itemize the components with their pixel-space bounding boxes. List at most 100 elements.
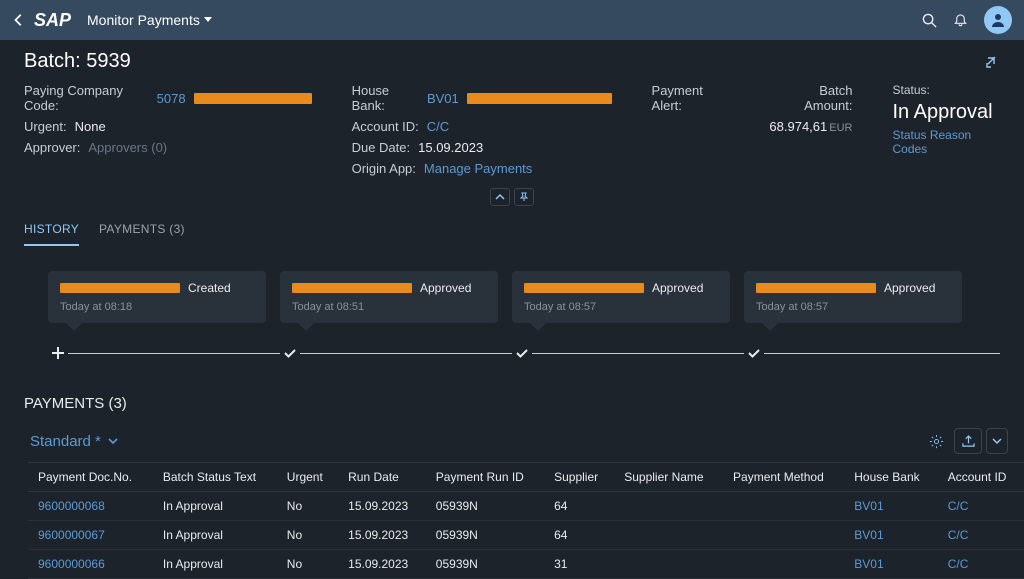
cell-run_id: 05939N — [426, 521, 544, 550]
cell-run_id: 05939N — [426, 492, 544, 521]
history-card[interactable]: Approved Today at 08:57 — [512, 271, 730, 323]
account-id-link[interactable]: C/C — [427, 119, 449, 134]
history-card[interactable]: Approved Today at 08:57 — [744, 271, 962, 323]
link-doc[interactable]: 9600000066 — [38, 557, 105, 571]
link-doc[interactable]: 9600000067 — [38, 528, 105, 542]
column-header[interactable]: Payment Method — [723, 463, 844, 492]
user-avatar[interactable] — [984, 6, 1012, 34]
link-account_id[interactable]: C/C — [948, 528, 969, 542]
pin-header-button[interactable] — [514, 188, 534, 206]
cell-supplier: 31 — [544, 550, 614, 579]
paying-cc-link[interactable]: 5078 — [157, 91, 186, 106]
cell-doc[interactable]: 9600000068 — [28, 492, 153, 521]
chevron-down-icon — [992, 437, 1002, 445]
cell-supplier_name — [614, 492, 723, 521]
payments-section-title: PAYMENTS (3) — [0, 383, 1024, 420]
amount-label: Batch Amount: — [769, 83, 852, 113]
house-bank-link[interactable]: BV01 — [427, 91, 459, 106]
redacted-text — [292, 283, 412, 293]
pin-icon — [519, 192, 529, 202]
search-icon[interactable] — [922, 13, 937, 28]
redacted-text — [467, 93, 612, 104]
settings-icon[interactable] — [922, 428, 950, 454]
cell-urgent: No — [277, 550, 338, 579]
tab-payments[interactable]: PAYMENTS (3) — [99, 214, 185, 246]
cell-method — [723, 492, 844, 521]
cell-urgent: No — [277, 492, 338, 521]
share-icon[interactable] — [984, 54, 1000, 70]
history-time: Today at 08:57 — [756, 301, 950, 313]
status-value: In Approval — [892, 101, 1000, 124]
notification-bell-icon[interactable] — [953, 13, 968, 28]
amount-value: 68.974,61EUR — [769, 119, 852, 134]
details-amount: Batch Amount: 68.974,61EUR — [769, 83, 852, 176]
object-header-details: Paying Company Code: 5078 Urgent: None A… — [0, 79, 1024, 194]
column-header[interactable]: Supplier — [544, 463, 614, 492]
link-account_id[interactable]: C/C — [948, 557, 969, 571]
global-header: SAP Monitor Payments — [0, 0, 1024, 40]
export-dropdown-button[interactable] — [986, 428, 1008, 454]
cell-house_bank[interactable]: BV01 — [844, 521, 937, 550]
column-header[interactable]: Payment Doc.No. — [28, 463, 153, 492]
status-reason-link[interactable]: Status Reason Codes — [892, 128, 1000, 156]
history-card[interactable]: Approved Today at 08:51 — [280, 271, 498, 323]
redacted-text — [756, 283, 876, 293]
amount-currency: EUR — [829, 122, 852, 134]
table-toolbar: Standard * — [0, 420, 1024, 462]
check-icon — [280, 343, 300, 363]
cell-doc[interactable]: 9600000067 — [28, 521, 153, 550]
redacted-text — [60, 283, 180, 293]
column-header[interactable]: Urgent — [277, 463, 338, 492]
cell-house_bank[interactable]: BV01 — [844, 492, 937, 521]
collapse-header-button[interactable] — [490, 188, 510, 206]
origin-app-link[interactable]: Manage Payments — [424, 161, 532, 176]
paying-cc-label: Paying Company Code: — [24, 83, 149, 113]
column-header[interactable]: House Bank — [844, 463, 937, 492]
cell-urgent: No — [277, 521, 338, 550]
cell-house_bank[interactable]: BV01 — [844, 550, 937, 579]
cell-doc[interactable]: 9600000066 — [28, 550, 153, 579]
details-col-2: House Bank: BV01 Account ID: C/C Due Dat… — [352, 83, 612, 176]
details-col-3: Payment Alert: — [652, 83, 730, 176]
cell-run_date: 15.09.2023 — [338, 550, 426, 579]
cell-supplier_name — [614, 550, 723, 579]
cell-account_id[interactable]: C/C — [938, 550, 1024, 579]
cell-supplier: 64 — [544, 521, 614, 550]
table-row[interactable]: 9600000066In ApprovalNo15.09.202305939N3… — [28, 550, 1024, 579]
export-icon[interactable] — [954, 428, 982, 454]
link-doc[interactable]: 9600000068 — [38, 499, 105, 513]
back-button[interactable] — [12, 13, 26, 27]
cell-account_id[interactable]: C/C — [938, 492, 1024, 521]
house-bank-label: House Bank: — [352, 83, 419, 113]
cell-account_id[interactable]: C/C — [938, 521, 1024, 550]
column-header[interactable]: Payment Run ID — [426, 463, 544, 492]
origin-app-label: Origin App: — [352, 161, 416, 176]
page-title: Batch: 5939 — [24, 50, 131, 73]
link-house_bank[interactable]: BV01 — [854, 528, 883, 542]
variant-selector[interactable]: Standard * — [30, 433, 119, 450]
chevron-up-icon — [495, 193, 505, 201]
column-header[interactable]: Run Date — [338, 463, 426, 492]
history-action: Approved — [884, 281, 935, 295]
history-card[interactable]: Created Today at 08:18 — [48, 271, 266, 323]
column-header[interactable]: Supplier Name — [614, 463, 723, 492]
header-collapse-bar — [0, 194, 1024, 208]
table-row[interactable]: 9600000067In ApprovalNo15.09.202305939N6… — [28, 521, 1024, 550]
column-header[interactable]: Batch Status Text — [153, 463, 277, 492]
link-account_id[interactable]: C/C — [948, 499, 969, 513]
link-house_bank[interactable]: BV01 — [854, 557, 883, 571]
cell-supplier: 64 — [544, 492, 614, 521]
plus-icon — [48, 343, 68, 363]
urgent-value: None — [75, 119, 106, 134]
column-header[interactable]: Account ID — [938, 463, 1024, 492]
tab-history[interactable]: HISTORY — [24, 214, 79, 246]
chevron-down-icon — [107, 436, 119, 446]
history-time: Today at 08:18 — [60, 301, 254, 313]
anchor-tabs: HISTORY PAYMENTS (3) — [0, 208, 1024, 247]
cell-run_date: 15.09.2023 — [338, 492, 426, 521]
app-title-dropdown[interactable]: Monitor Payments — [87, 12, 212, 28]
history-time: Today at 08:51 — [292, 301, 486, 313]
approver-value: Approvers (0) — [88, 140, 167, 155]
link-house_bank[interactable]: BV01 — [854, 499, 883, 513]
table-row[interactable]: 9600000068In ApprovalNo15.09.202305939N6… — [28, 492, 1024, 521]
